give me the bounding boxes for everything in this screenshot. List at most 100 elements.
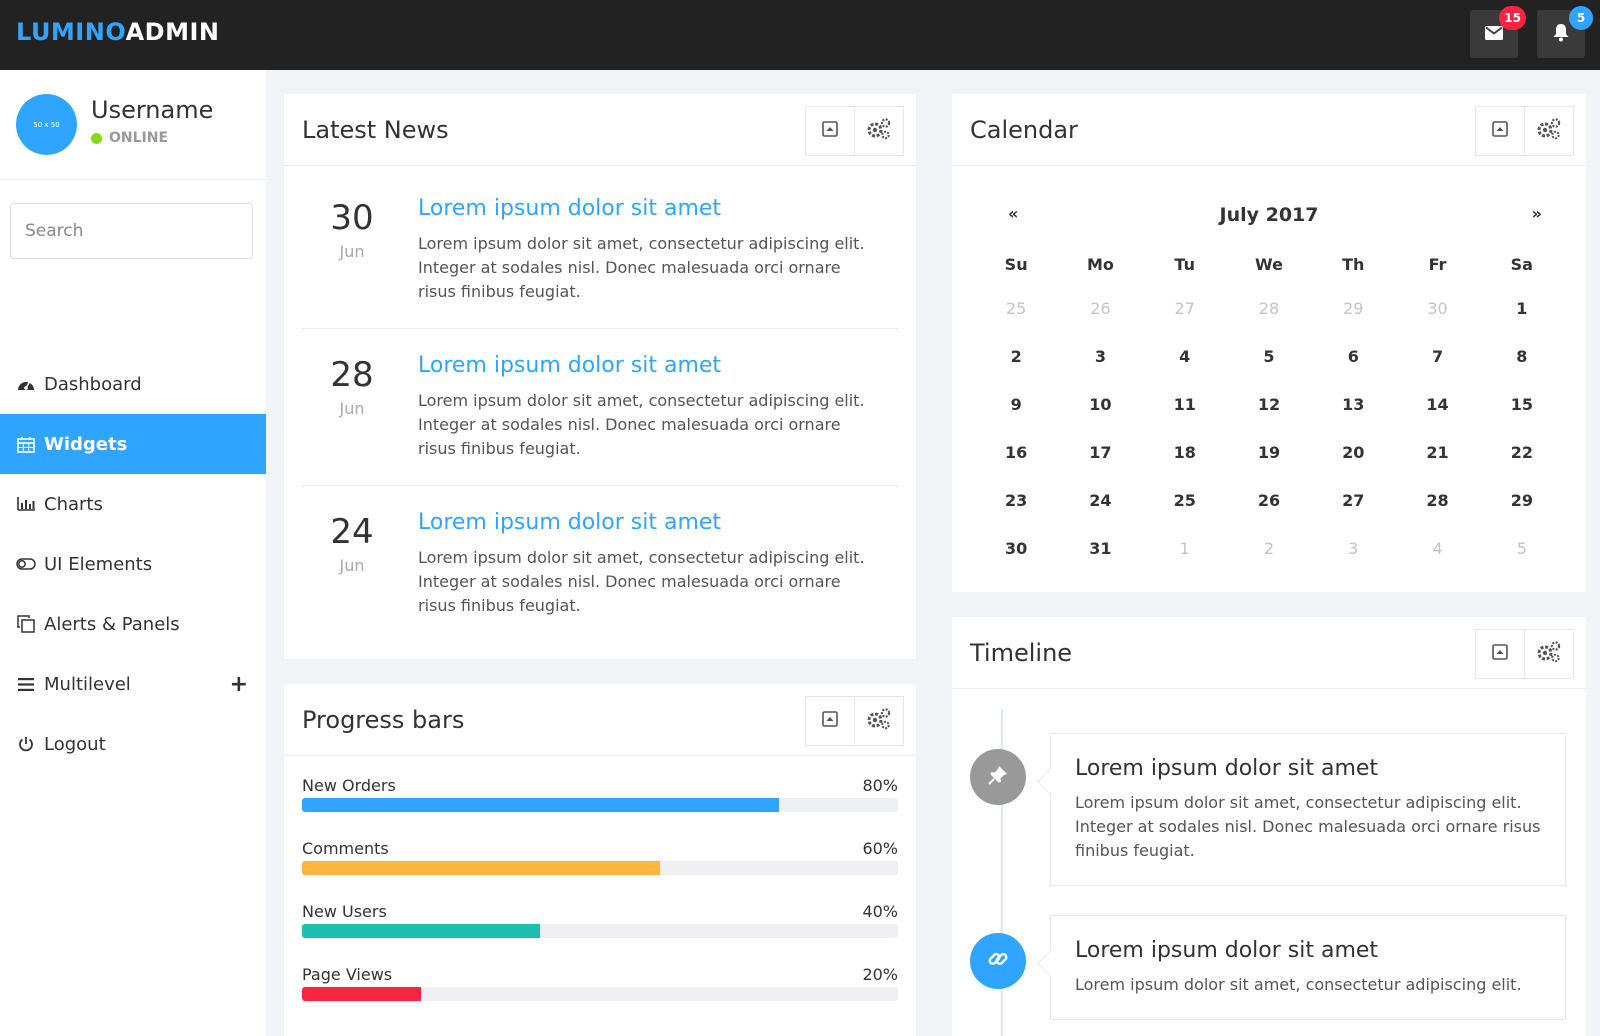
calendar-day[interactable]: 21 bbox=[1395, 443, 1479, 462]
panel-title: Timeline bbox=[970, 639, 1073, 667]
progress-label: New Users bbox=[302, 902, 387, 921]
sidebar-item-ui-elements[interactable]: UI Elements bbox=[0, 534, 266, 594]
calendar-day[interactable]: 11 bbox=[1143, 395, 1227, 414]
calendar-day[interactable]: 29 bbox=[1480, 491, 1564, 510]
calendar-weekday-label: Th bbox=[1342, 254, 1365, 274]
settings-button[interactable] bbox=[1524, 629, 1574, 679]
calendar-day[interactable]: 2 bbox=[974, 347, 1058, 366]
calendar-prev-button[interactable]: « bbox=[1008, 204, 1018, 223]
settings-button[interactable] bbox=[1524, 106, 1574, 156]
progress-percent: 80% bbox=[862, 776, 898, 795]
calendar-day[interactable]: 31 bbox=[1058, 539, 1142, 558]
calendar-weekday-label: We bbox=[1255, 254, 1283, 274]
calendar-day[interactable]: 26 bbox=[1227, 491, 1311, 510]
news-title-link[interactable]: Lorem ipsum dolor sit amet bbox=[418, 353, 721, 378]
sidebar-item-charts[interactable]: Charts bbox=[0, 474, 266, 534]
calendar-day[interactable]: 5 bbox=[1227, 347, 1311, 366]
progress-percent: 40% bbox=[862, 902, 898, 921]
timeline-badge bbox=[970, 749, 1026, 805]
status-text: ONLINE bbox=[109, 130, 169, 146]
collapse-button[interactable] bbox=[805, 696, 855, 746]
calendar-grid: Su Mo Tu We Th Fr Sa 25 26 27 28 29 30 1 2 3 4 5 6 7 8 9 10 11 1… bbox=[974, 244, 1564, 572]
collapse-icon bbox=[1492, 121, 1508, 141]
calendar-day[interactable]: 1 bbox=[1143, 539, 1227, 558]
calendar-weekday-label: Mo bbox=[1086, 254, 1114, 274]
collapse-icon bbox=[822, 121, 838, 141]
timeline-title: Lorem ipsum dolor sit amet bbox=[1075, 756, 1379, 781]
sidebar-item-multilevel[interactable]: Multilevel + bbox=[0, 654, 266, 714]
calendar-day[interactable]: 28 bbox=[1395, 491, 1479, 510]
dashboard-icon bbox=[16, 377, 36, 391]
calendar-day[interactable]: 19 bbox=[1227, 443, 1311, 462]
progress-label: New Orders bbox=[302, 776, 396, 795]
sidebar-item-alerts-panels[interactable]: Alerts & Panels bbox=[0, 594, 266, 654]
calendar-day[interactable]: 27 bbox=[1311, 491, 1395, 510]
sidebar-item-label: Charts bbox=[44, 493, 103, 515]
progress-label: Comments bbox=[302, 839, 389, 858]
news-month: Jun bbox=[339, 242, 365, 261]
news-title-link[interactable]: Lorem ipsum dolor sit amet bbox=[418, 196, 721, 221]
calendar-day[interactable]: 17 bbox=[1058, 443, 1142, 462]
brand-logo[interactable]: LUMINOADMIN bbox=[16, 18, 220, 46]
calendar-weekday-label: Tu bbox=[1174, 254, 1195, 274]
timeline-title: Lorem ipsum dolor sit amet bbox=[1075, 938, 1379, 963]
sidebar-item-label: Widgets bbox=[44, 433, 128, 455]
calendar-day[interactable]: 10 bbox=[1058, 395, 1142, 414]
calendar-day[interactable]: 18 bbox=[1143, 443, 1227, 462]
collapse-button[interactable] bbox=[1475, 629, 1525, 679]
calendar-day[interactable]: 5 bbox=[1480, 539, 1564, 558]
calendar-day[interactable]: 8 bbox=[1480, 347, 1564, 366]
collapse-button[interactable] bbox=[1475, 106, 1525, 156]
calendar-day[interactable]: 20 bbox=[1311, 443, 1395, 462]
calendar-next-button[interactable]: » bbox=[1532, 204, 1542, 223]
calendar-day[interactable]: 28 bbox=[1227, 299, 1311, 318]
calendar-day[interactable]: 25 bbox=[1143, 491, 1227, 510]
panel-header: Progress bars bbox=[284, 684, 916, 756]
calendar-day[interactable]: 14 bbox=[1395, 395, 1479, 414]
calendar-day[interactable]: 25 bbox=[974, 299, 1058, 318]
calendar-week-row: 23 24 25 26 27 28 29 bbox=[974, 476, 1564, 524]
collapse-icon bbox=[1492, 644, 1508, 664]
calendar-weekday-label: Fr bbox=[1428, 254, 1447, 274]
collapse-button[interactable] bbox=[805, 106, 855, 156]
calendar-day[interactable]: 16 bbox=[974, 443, 1058, 462]
calendar-day[interactable]: 6 bbox=[1311, 347, 1395, 366]
calendar-icon bbox=[16, 436, 36, 453]
calendar-day[interactable]: 7 bbox=[1395, 347, 1479, 366]
calendar-day[interactable]: 3 bbox=[1311, 539, 1395, 558]
calendar-day[interactable]: 30 bbox=[1395, 299, 1479, 318]
collapse-icon bbox=[822, 711, 838, 731]
calendar-day[interactable]: 22 bbox=[1480, 443, 1564, 462]
calendar-day[interactable]: 1 bbox=[1480, 299, 1564, 318]
timeline-card: Lorem ipsum dolor sit amet Lorem ipsum d… bbox=[1050, 733, 1566, 886]
calendar-day[interactable]: 24 bbox=[1058, 491, 1142, 510]
avatar[interactable]: 50 x 50 bbox=[16, 94, 77, 155]
calendar-day[interactable]: 26 bbox=[1058, 299, 1142, 318]
notifications-button[interactable]: 5 bbox=[1537, 6, 1593, 58]
calendar-day[interactable]: 13 bbox=[1311, 395, 1395, 414]
online-dot-icon bbox=[91, 132, 102, 144]
calendar-day[interactable]: 15 bbox=[1480, 395, 1564, 414]
sidebar-item-logout[interactable]: Logout bbox=[0, 714, 266, 774]
calendar-day[interactable]: 2 bbox=[1227, 539, 1311, 558]
panel-title: Progress bars bbox=[302, 706, 465, 734]
settings-button[interactable] bbox=[854, 106, 904, 156]
calendar-day[interactable]: 4 bbox=[1143, 347, 1227, 366]
calendar-day[interactable]: 3 bbox=[1058, 347, 1142, 366]
timeline-badge bbox=[970, 933, 1026, 989]
calendar-day[interactable]: 27 bbox=[1143, 299, 1227, 318]
calendar-day[interactable]: 23 bbox=[974, 491, 1058, 510]
sidebar-item-dashboard[interactable]: Dashboard bbox=[0, 354, 266, 414]
latest-news-panel: Latest News 30 Jun Lorem ipsum dolor sit… bbox=[284, 94, 916, 659]
messages-button[interactable]: 15 bbox=[1470, 6, 1526, 58]
sidebar-item-widgets[interactable]: Widgets bbox=[0, 414, 266, 474]
news-title-link[interactable]: Lorem ipsum dolor sit amet bbox=[418, 510, 721, 535]
calendar-day[interactable]: 9 bbox=[974, 395, 1058, 414]
calendar-day[interactable]: 30 bbox=[974, 539, 1058, 558]
calendar-day[interactable]: 29 bbox=[1311, 299, 1395, 318]
settings-button[interactable] bbox=[854, 696, 904, 746]
search-input[interactable] bbox=[10, 203, 253, 259]
calendar-day[interactable]: 4 bbox=[1395, 539, 1479, 558]
expand-plus-icon[interactable]: + bbox=[230, 672, 248, 697]
calendar-day[interactable]: 12 bbox=[1227, 395, 1311, 414]
